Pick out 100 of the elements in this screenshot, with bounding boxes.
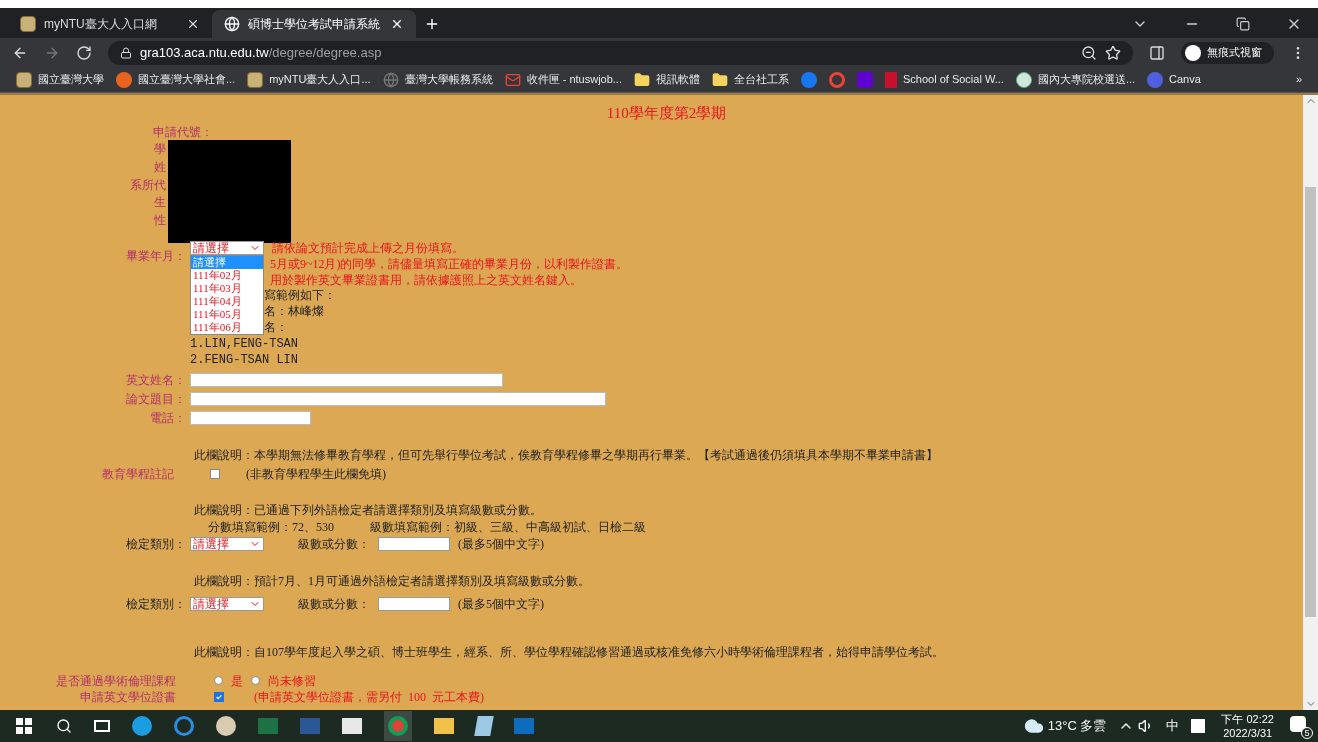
circle-logo-icon — [116, 71, 132, 88]
ie-icon[interactable] — [174, 716, 194, 736]
bookmark-star-icon[interactable] — [1105, 44, 1121, 61]
globe-icon — [224, 16, 240, 32]
browser-app-icon[interactable] — [384, 711, 412, 741]
field-label: 申請代號： — [153, 124, 213, 139]
bookmark-item[interactable]: 收件匣 - ntuswjob... — [504, 71, 622, 88]
hint-text: (最多5個中文字) — [458, 536, 544, 554]
close-icon[interactable] — [390, 17, 404, 31]
mail-icon — [504, 71, 521, 88]
scrollbar[interactable] — [1303, 95, 1318, 710]
hint-text: (最多5個中文字) — [458, 596, 544, 614]
task-view-icon[interactable] — [94, 720, 110, 732]
bookmark-item[interactable]: School of Social W... — [885, 71, 1004, 88]
example-text: 名：林峰燦 — [264, 303, 324, 321]
dropdown-option[interactable]: 111年05月 — [191, 307, 263, 321]
example-text: 2.FENG-TSAN LIN — [190, 351, 299, 369]
scrollbar-thumb[interactable] — [1305, 187, 1316, 617]
tab-title: 碩博士學位考試申請系統 — [248, 16, 381, 33]
field-label: 級數或分數： — [298, 536, 370, 554]
y-logo-icon — [857, 71, 873, 88]
text-field[interactable] — [190, 392, 606, 407]
example-text: 名： — [264, 319, 288, 337]
clock[interactable]: 下午 02:22 2022/3/31 — [1217, 712, 1278, 740]
field-label: 性 — [154, 212, 166, 227]
hint-text: (申請英文學位證書，需另付 100 元工本費) — [254, 688, 484, 706]
score-field[interactable] — [378, 597, 450, 612]
field-label: 教育學程註記 — [102, 466, 174, 481]
section-note: 分數填寫範例：72、530 級數填寫範例：初級、三級、中高級初試、日檢二級 — [208, 519, 646, 537]
select-dropdown[interactable]: 請選擇 — [190, 597, 264, 612]
score-field[interactable] — [378, 537, 450, 552]
field-label: 姓 — [154, 160, 166, 174]
field-label: 生 — [154, 195, 166, 210]
bookmark-item[interactable]: 視訊軟體 — [634, 71, 700, 88]
browser-tab[interactable]: 碩博士學位考試申請系統 — [212, 10, 416, 38]
radio-button[interactable] — [251, 676, 260, 686]
semester-title: 110學年度第2學期 — [605, 104, 728, 123]
bookmark-item[interactable]: 國立臺灣大學社會... — [116, 71, 236, 88]
field-label: 檢定類別： — [126, 597, 186, 612]
field-label: 英文姓名： — [126, 373, 186, 388]
field-label: 是否通過學術倫理課程 — [56, 673, 176, 688]
globe-icon — [382, 71, 399, 88]
example-text: 1.LIN,FENG-TSAN — [190, 335, 299, 353]
section-note: 此欄說明：自107學年度起入學之碩、博士班學生，經系、所、學位學程確認修習通過或核准免修六小時學術倫理課程者，始得申請學位考試。 — [194, 644, 944, 659]
bookmark-item[interactable]: 國內大專院校選送... — [1015, 71, 1136, 88]
more-bookmarks[interactable]: » — [1295, 71, 1302, 88]
f-logo-icon — [801, 71, 817, 88]
note-text: 請依論文預計完成上傳之月份填寫。 — [272, 240, 464, 258]
field-label: 電話： — [150, 411, 186, 426]
text-field[interactable] — [190, 373, 503, 388]
folder-icon — [634, 71, 650, 88]
bookmark-item[interactable]: 全台社工系 — [712, 71, 789, 88]
incognito-badge[interactable]: 無痕式視窗 — [1181, 41, 1274, 64]
lock-icon — [120, 46, 132, 59]
address-bar[interactable]: gra103.aca.ntu.edu.tw/degree/degree.asp — [108, 40, 1133, 65]
url-text: gra103.aca.ntu.edu.tw/degree/degree.asp — [140, 43, 382, 62]
school-logo-icon — [885, 71, 897, 88]
reload-icon[interactable] — [76, 44, 92, 61]
restore-icon[interactable] — [1236, 17, 1250, 31]
bookmark-item[interactable]: 臺灣大學帳務系統 — [382, 71, 493, 88]
dropdown-option[interactable]: 111年03月 — [191, 281, 263, 295]
weather-text[interactable]: 13°C 多雲 — [1047, 716, 1107, 736]
note-text: 用於製作英文畢業證書用，請依據護照上之英文姓名鍵入。 — [270, 271, 582, 289]
zoom-icon[interactable] — [1081, 44, 1097, 61]
checkbox[interactable] — [210, 468, 220, 479]
field-label: 畢業年月： — [126, 248, 186, 263]
tab-title: myNTU臺大人入口網 — [44, 16, 158, 33]
radio-button[interactable] — [214, 676, 223, 686]
field-label: 檢定類別： — [126, 537, 186, 552]
notification-count: 5 — [1301, 727, 1313, 739]
c-logo-icon — [1147, 71, 1164, 88]
field-label: 級數或分數： — [298, 596, 370, 614]
hint-text: (非教育學程學生此欄免填) — [246, 465, 386, 483]
bookmark-item[interactable]: Canva — [1147, 71, 1201, 88]
bookmark-item[interactable]: myNTU臺大人入口... — [247, 71, 371, 88]
field-label: 論文題目： — [126, 392, 186, 407]
section-note: 此欄說明：已通過下列外語檢定者請選擇類別及填寫級數或分數。 — [194, 502, 542, 520]
close-icon[interactable] — [186, 17, 200, 31]
section-note: 此欄說明：預計7月、1月可通過外語檢定者請選擇類別及填寫級數或分數。 — [194, 573, 590, 591]
bookmark-item[interactable]: 國立臺灣大學 — [16, 71, 104, 88]
select-dropdown[interactable]: 請選擇 — [190, 537, 264, 552]
dropdown-option[interactable]: 111年04月 — [191, 294, 263, 308]
cloud-icon — [1023, 716, 1044, 736]
text-field[interactable] — [190, 411, 311, 426]
side-panel-icon[interactable] — [1149, 44, 1165, 61]
windows-start-icon[interactable] — [16, 718, 32, 734]
field-label: 系所代 — [130, 177, 166, 192]
note-text: 5月或9~12月)的同學，請儘量填寫正確的畢業月份，以利製作證書。 — [270, 255, 629, 273]
select-dropdown[interactable]: 請選擇 — [190, 241, 264, 256]
field-label: 申請英文學位證書 — [80, 689, 176, 704]
folder-icon — [712, 71, 728, 88]
ime-indicator[interactable]: 中 — [1166, 716, 1180, 736]
checkbox[interactable] — [214, 691, 224, 702]
new-tab-icon[interactable] — [424, 16, 440, 32]
dropdown-option[interactable]: 111年02月 — [191, 268, 263, 282]
dropdown-option[interactable]: 111年06月 — [191, 320, 263, 334]
search-icon[interactable] — [56, 718, 72, 734]
section-note: 此欄說明：本學期無法修畢教育學程，但可先舉行學位考試，俟教育學程修畢之學期再行畢業。【考試通過後仍須填具本學期不畢業申請書】 — [194, 447, 938, 462]
example-text: 寫範例如下： — [264, 287, 336, 305]
g-logo-icon — [829, 71, 845, 88]
